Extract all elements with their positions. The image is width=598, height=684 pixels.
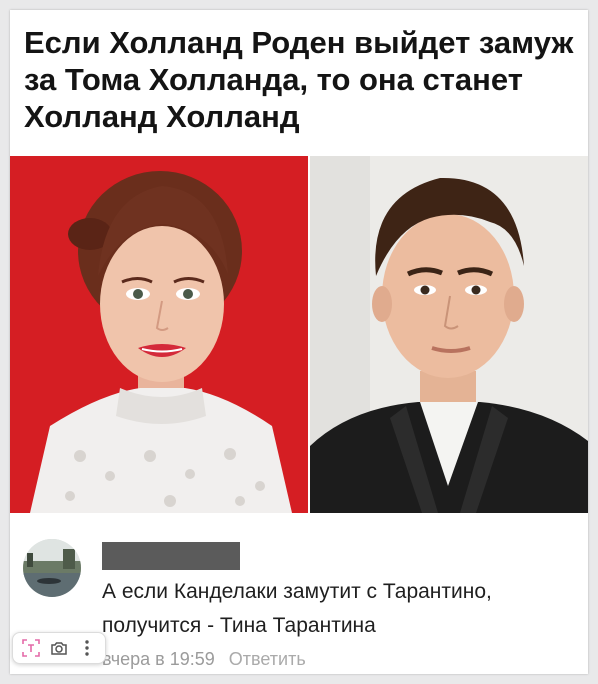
post-card: Если Холланд Роден выйдет замуж за Тома … <box>10 10 588 674</box>
camera-icon[interactable] <box>46 635 72 661</box>
woman-portrait <box>10 156 308 513</box>
comment-meta: вчера в 19:59 Ответить <box>102 649 306 670</box>
post-image[interactable] <box>10 156 588 513</box>
more-vertical-icon[interactable] <box>74 635 100 661</box>
man-portrait <box>310 156 588 513</box>
avatar[interactable] <box>23 539 81 597</box>
comment-text: А если Канделаки замутит с Тарантино, по… <box>102 580 492 637</box>
scan-icon[interactable] <box>18 635 44 661</box>
image-toolbar <box>12 632 106 664</box>
post-headline: Если Холланд Роден выйдет замуж за Тома … <box>24 25 574 134</box>
comment-time: вчера в 19:59 <box>102 649 215 669</box>
author-name-redacted <box>102 542 240 570</box>
reply-button[interactable]: Ответить <box>229 649 306 669</box>
